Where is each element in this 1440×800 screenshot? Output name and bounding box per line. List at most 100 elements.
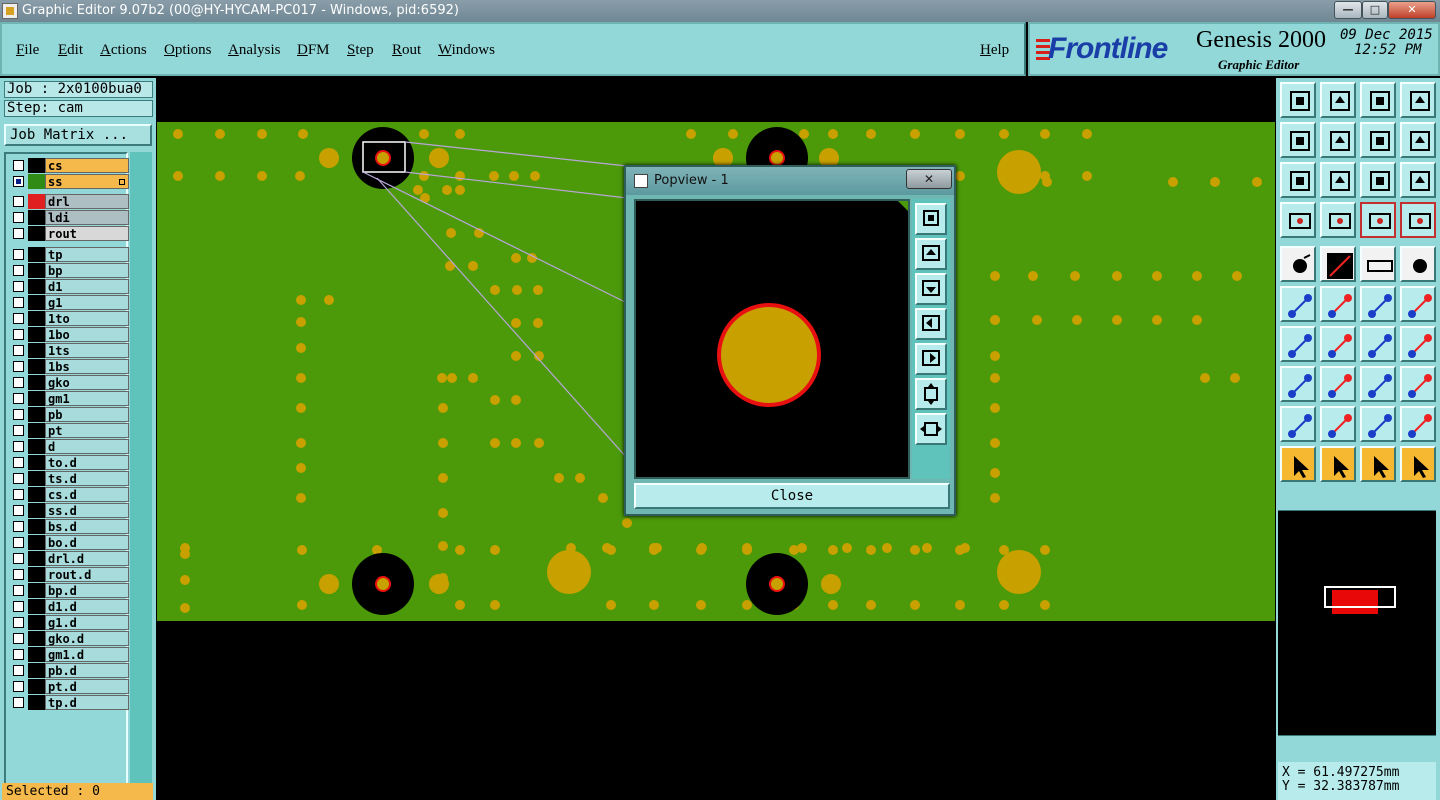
pad-dot-50[interactable] <box>533 285 543 295</box>
pad-dot-98[interactable] <box>1032 315 1042 325</box>
menu-actions[interactable]: Actions <box>100 42 147 59</box>
pad-dot-81[interactable] <box>622 518 632 528</box>
layer-checkbox[interactable] <box>13 377 24 388</box>
layer-name[interactable]: rout.d <box>45 567 129 582</box>
job-matrix-button[interactable]: Job Matrix ... <box>4 124 152 146</box>
pad-dot-129[interactable] <box>866 545 876 555</box>
drill-pad-3[interactable] <box>769 576 785 592</box>
tool-pointer-button[interactable] <box>1280 446 1316 482</box>
pad-dot-12[interactable] <box>955 129 965 139</box>
pad-dot-136[interactable] <box>455 600 465 610</box>
popview-zoom-in-button[interactable] <box>915 238 947 270</box>
pad-dot-88[interactable] <box>922 543 932 553</box>
layer-color-swatch[interactable] <box>28 503 45 518</box>
layer-name[interactable]: ss.d <box>45 503 129 518</box>
tool-measure-button[interactable] <box>1280 202 1316 238</box>
layer-name[interactable]: bp <box>45 263 129 278</box>
tool-ruler-button[interactable] <box>1360 246 1396 282</box>
pad-dot-6[interactable] <box>686 129 696 139</box>
tool-zoom-window-button[interactable] <box>1400 82 1436 118</box>
layer-list-scrollbar[interactable] <box>130 152 152 798</box>
layer-color-swatch[interactable] <box>28 311 45 326</box>
layer-row-gko[interactable]: gko <box>10 375 129 390</box>
zoomed-pad[interactable] <box>717 303 821 407</box>
pad-dot-79[interactable] <box>575 473 585 483</box>
layer-color-swatch[interactable] <box>28 535 45 550</box>
layer-checkbox[interactable] <box>13 489 24 500</box>
pad-dot-59[interactable] <box>296 295 306 305</box>
layer-row-bs-d[interactable]: bs.d <box>10 519 129 534</box>
pad-dot-96[interactable] <box>1232 271 1242 281</box>
large-pad-0[interactable] <box>319 148 339 168</box>
tool-fit-button[interactable] <box>1280 162 1316 198</box>
layer-checkbox[interactable] <box>13 537 24 548</box>
pad-dot-75[interactable] <box>490 438 500 448</box>
layer-name[interactable]: g1 <box>45 295 129 310</box>
pad-dot-38[interactable] <box>1168 177 1178 187</box>
layer-row-pb[interactable]: pb <box>10 407 129 422</box>
pad-dot-126[interactable] <box>742 545 752 555</box>
pad-dot-78[interactable] <box>554 473 564 483</box>
pad-dot-60[interactable] <box>324 295 334 305</box>
layer-row-1bs[interactable]: 1bs <box>10 359 129 374</box>
pad-dot-71[interactable] <box>438 473 448 483</box>
layer-checkbox[interactable] <box>13 617 24 628</box>
layer-name[interactable]: tp.d <box>45 695 129 710</box>
layer-row-cs-d[interactable]: cs.d <box>10 487 129 502</box>
large-pad-7[interactable] <box>547 550 591 594</box>
layer-name[interactable]: rout <box>45 226 129 241</box>
pad-dot-63[interactable] <box>296 373 306 383</box>
popview-close-button[interactable]: Close <box>634 483 950 509</box>
layer-color-swatch[interactable] <box>28 663 45 678</box>
pad-dot-80[interactable] <box>598 493 608 503</box>
tool-arc4-button[interactable] <box>1400 406 1436 442</box>
pad-dot-95[interactable] <box>1192 271 1202 281</box>
pad-dot-91[interactable] <box>1028 271 1038 281</box>
tool-layer-toggle-button[interactable] <box>1360 202 1396 238</box>
menu-help[interactable]: Help <box>980 42 1009 59</box>
layer-name[interactable]: pt <box>45 423 129 438</box>
close-window-button[interactable]: ✕ <box>1388 1 1436 19</box>
pad-dot-110[interactable] <box>1230 373 1240 383</box>
pad-dot-2[interactable] <box>257 129 267 139</box>
layer-color-swatch[interactable] <box>28 194 45 209</box>
layer-row-tp-d[interactable]: tp.d <box>10 695 129 710</box>
menu-analysis[interactable]: Analysis <box>228 42 281 59</box>
pad-dot-141[interactable] <box>742 600 752 610</box>
layer-checkbox[interactable] <box>13 313 24 324</box>
pad-dot-39[interactable] <box>1210 177 1220 187</box>
tool-arc3-button[interactable] <box>1360 406 1396 442</box>
layer-color-swatch[interactable] <box>28 263 45 278</box>
pad-dot-147[interactable] <box>999 600 1009 610</box>
layer-name[interactable]: to.d <box>45 455 129 470</box>
layer-checkbox[interactable] <box>13 505 24 516</box>
pad-dot-19[interactable] <box>295 171 305 181</box>
pad-dot-102[interactable] <box>1192 315 1202 325</box>
layer-checkbox[interactable] <box>13 212 24 223</box>
tool-copy-button[interactable] <box>1400 286 1436 322</box>
layer-checkbox[interactable] <box>13 361 24 372</box>
pad-dot-9[interactable] <box>828 129 838 139</box>
pad-dot-4[interactable] <box>419 129 429 139</box>
layer-name[interactable]: gko <box>45 375 129 390</box>
tool-mirror-button[interactable] <box>1360 122 1396 158</box>
popview-canvas[interactable] <box>634 199 910 479</box>
layer-name[interactable]: 1to <box>45 311 129 326</box>
pad-dot-146[interactable] <box>955 600 965 610</box>
pad-dot-47[interactable] <box>468 261 478 271</box>
tool-angle-button[interactable] <box>1280 326 1316 362</box>
pad-dot-92[interactable] <box>1070 271 1080 281</box>
layer-color-swatch[interactable] <box>28 174 45 189</box>
layer-color-swatch[interactable] <box>28 343 45 358</box>
pad-dot-33[interactable] <box>455 185 465 195</box>
tool-pan-right-button[interactable] <box>1320 122 1356 158</box>
popview-titlebar[interactable]: Popview - 1 ✕ <box>626 167 954 195</box>
tool-break-button[interactable] <box>1320 366 1356 402</box>
layer-row-bo-d[interactable]: bo.d <box>10 535 129 550</box>
layer-checkbox[interactable] <box>13 249 24 260</box>
layer-checkbox[interactable] <box>13 425 24 436</box>
layer-checkbox[interactable] <box>13 601 24 612</box>
layer-row-pt-d[interactable]: pt.d <box>10 679 129 694</box>
pad-dot-113[interactable] <box>180 575 190 585</box>
layer-row-g1[interactable]: g1 <box>10 295 129 310</box>
